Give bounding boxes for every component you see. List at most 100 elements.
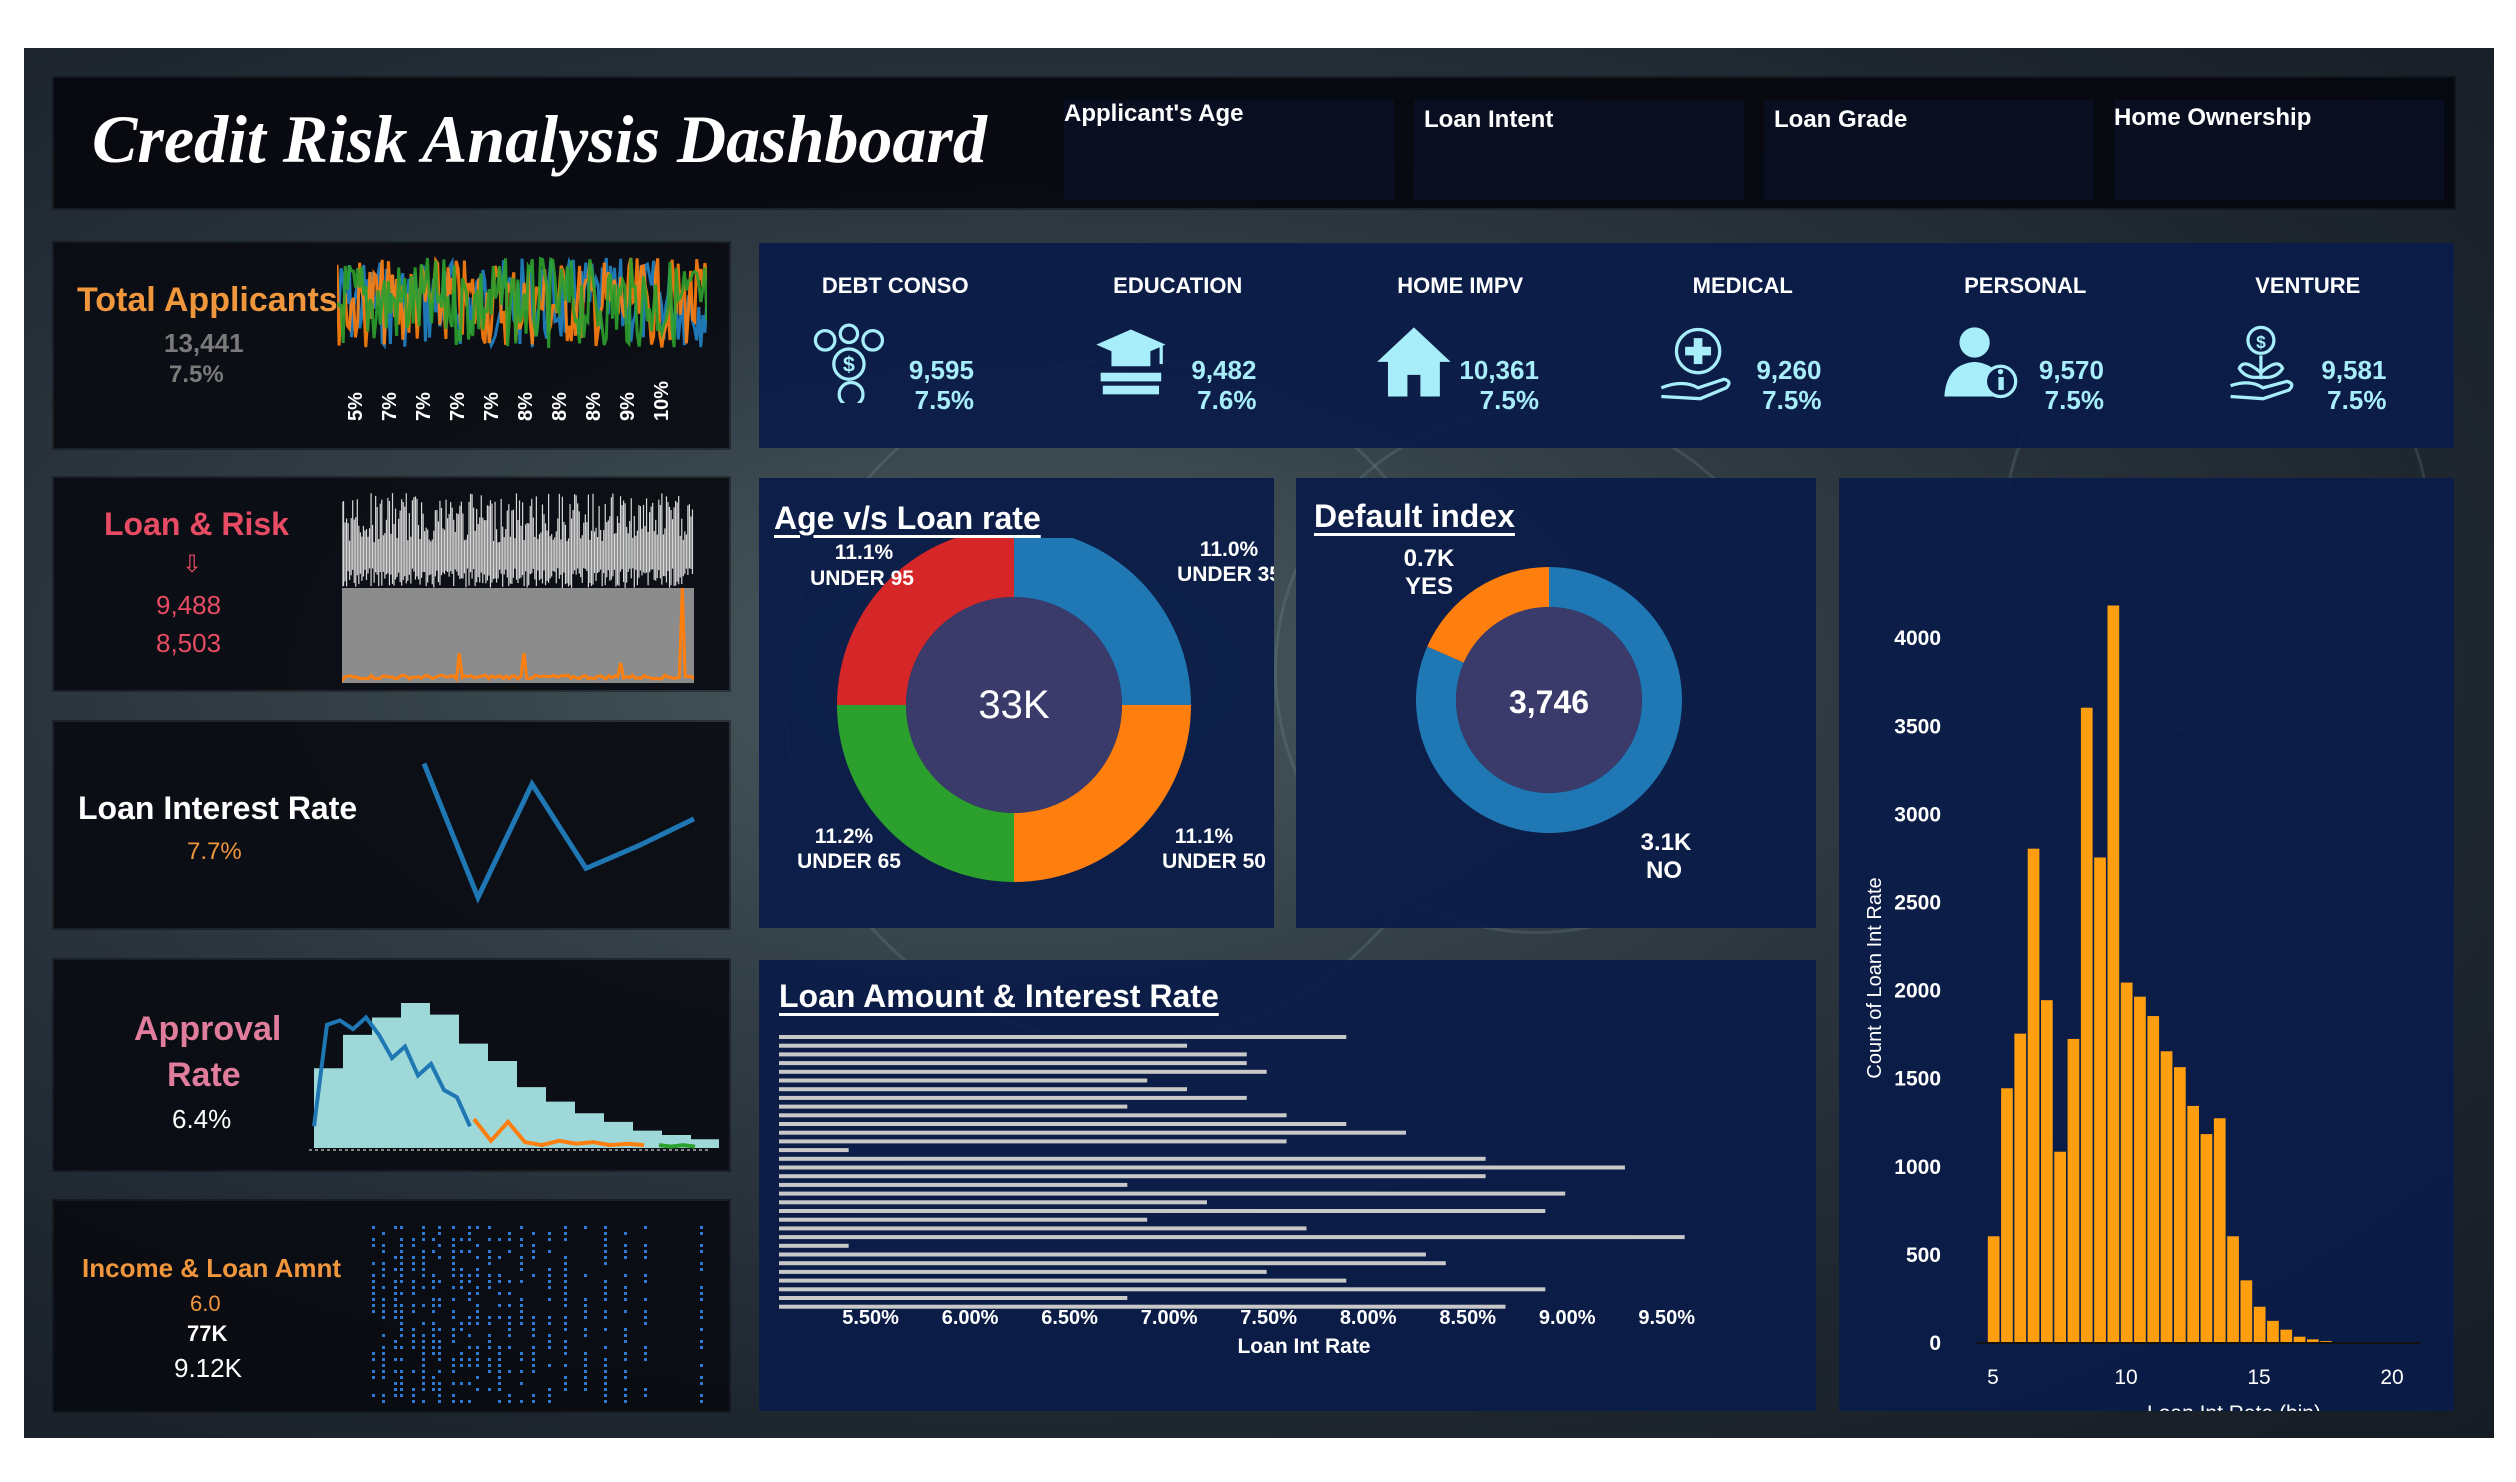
income-dot [548,1286,551,1289]
histogram-y-tick: 2000 [1894,980,1941,1003]
income-dot [438,1352,441,1355]
income-dot [400,1238,403,1241]
income-dot [400,1226,403,1229]
default-donut-center-label: 3,746 [1509,684,1589,720]
income-dot [644,1322,647,1325]
income-dot [520,1298,523,1301]
income-dot [432,1382,435,1385]
histogram-y-tick: 500 [1906,1244,1941,1267]
filter-applicant-age[interactable]: Applicant's Age [1064,100,1394,200]
income-dot [394,1268,397,1271]
income-dot [400,1304,403,1307]
income-dot [412,1394,415,1397]
loan-interest-rate-card: Loan Interest Rate 7.7% [54,722,729,928]
income-dot [412,1310,415,1313]
income-dot [382,1316,385,1319]
filter-home-ownership[interactable]: Home Ownership [2114,100,2444,200]
intent-label: HOME IMPV [1397,273,1524,298]
histogram-bar [2067,1038,2080,1342]
income-dot [476,1274,479,1277]
income-dot [382,1358,385,1361]
income-dot [382,1334,385,1337]
income-dot [532,1352,535,1355]
total-applicants-sparkline [337,256,707,350]
intent-item-debt-conso[interactable]: DEBT CONSO $9,595 7.5% [759,243,1042,448]
house-icon-graphic [1377,327,1451,397]
income-dot [584,1334,587,1337]
income-dot [400,1262,403,1265]
income-dot [382,1286,385,1289]
intent-pct: 7.5% [2044,385,2104,415]
loan-amount-bar [779,1043,1188,1048]
filter-loan-grade[interactable]: Loan Grade [1764,100,2094,200]
svg-text:$: $ [843,352,855,377]
income-dot [508,1316,511,1319]
income-dot [412,1340,415,1343]
income-dot [452,1328,455,1331]
income-dot [372,1304,375,1307]
income-dot [476,1310,479,1313]
income-dot [498,1238,501,1241]
income-dot [452,1340,455,1343]
income-dot [624,1394,627,1397]
house-icon [1375,323,1455,408]
loan-intent-panel: DEBT CONSO $9,595 7.5% EDUCATION 9,482 7.6% HO… [759,243,2454,448]
income-dot [394,1388,397,1391]
graduation-cap-icon [1092,323,1172,408]
money-bag-icon: $ [810,323,890,408]
income-dot [412,1334,415,1337]
histogram-x-label: Loan Int Rate (bin) [2147,1402,2321,1411]
loan-risk-card: Loan & Risk ⇩ 9,488 8,503 [54,478,729,690]
loan-amount-bar [779,1078,1148,1083]
histogram-y-tick: 0 [1929,1332,1941,1355]
income-dot [644,1226,647,1229]
loan-amount-bar [779,1209,1546,1213]
intent-count: 10,361 [1459,355,1539,385]
income-dot [400,1394,403,1397]
income-dot [584,1226,587,1229]
income-dot [394,1304,397,1307]
approval-title-line2: Rate [167,1056,241,1094]
income-dot [604,1346,607,1349]
intent-item-education[interactable]: EDUCATION 9,482 7.6% [1042,243,1325,448]
interest-rate-line [421,762,696,904]
income-dot [372,1376,375,1379]
loan-risk-value-1: 9,488 [156,590,222,620]
default-label-value: 0.7K [1404,545,1455,572]
income-dot [488,1286,491,1289]
histogram-bar [2240,1280,2253,1342]
income-dot [498,1346,501,1349]
intent-item-home-impv[interactable]: HOME IMPV 10,361 7.5% [1324,243,1607,448]
income-dot [372,1244,375,1247]
histogram-y-tick: 3000 [1894,803,1941,826]
income-dot [488,1250,491,1253]
income-dot [624,1310,627,1313]
income-dot [382,1352,385,1355]
filter-loan-intent[interactable]: Loan Intent [1414,100,1744,200]
income-dot [604,1226,607,1229]
intent-item-medical[interactable]: MEDICAL 9,260 7.5% [1607,243,1890,448]
income-dot [700,1226,703,1229]
income-dot [700,1400,703,1403]
income-dot [624,1370,627,1373]
income-dot [564,1376,567,1379]
intent-item-personal[interactable]: PERSONAL 9,570 7.5% [1889,243,2172,448]
intent-item-venture[interactable]: VENTURE $9,581 7.5% [2172,243,2455,448]
income-dot [468,1292,471,1295]
income-dot [520,1244,523,1247]
income-dot [400,1334,403,1337]
income-dot [452,1316,455,1319]
income-dot [520,1322,523,1325]
income-dot [508,1400,511,1403]
histogram-y-tick: 1000 [1894,1156,1941,1179]
income-dot [460,1238,463,1241]
income-dot [468,1250,471,1253]
income-dot [604,1388,607,1391]
income-dot [382,1310,385,1313]
default-label-name: NO [1646,857,1682,884]
income-dot [372,1352,375,1355]
income-dot [432,1250,435,1253]
income-dot [584,1310,587,1313]
income-dot [532,1256,535,1259]
income-dot [432,1274,435,1277]
